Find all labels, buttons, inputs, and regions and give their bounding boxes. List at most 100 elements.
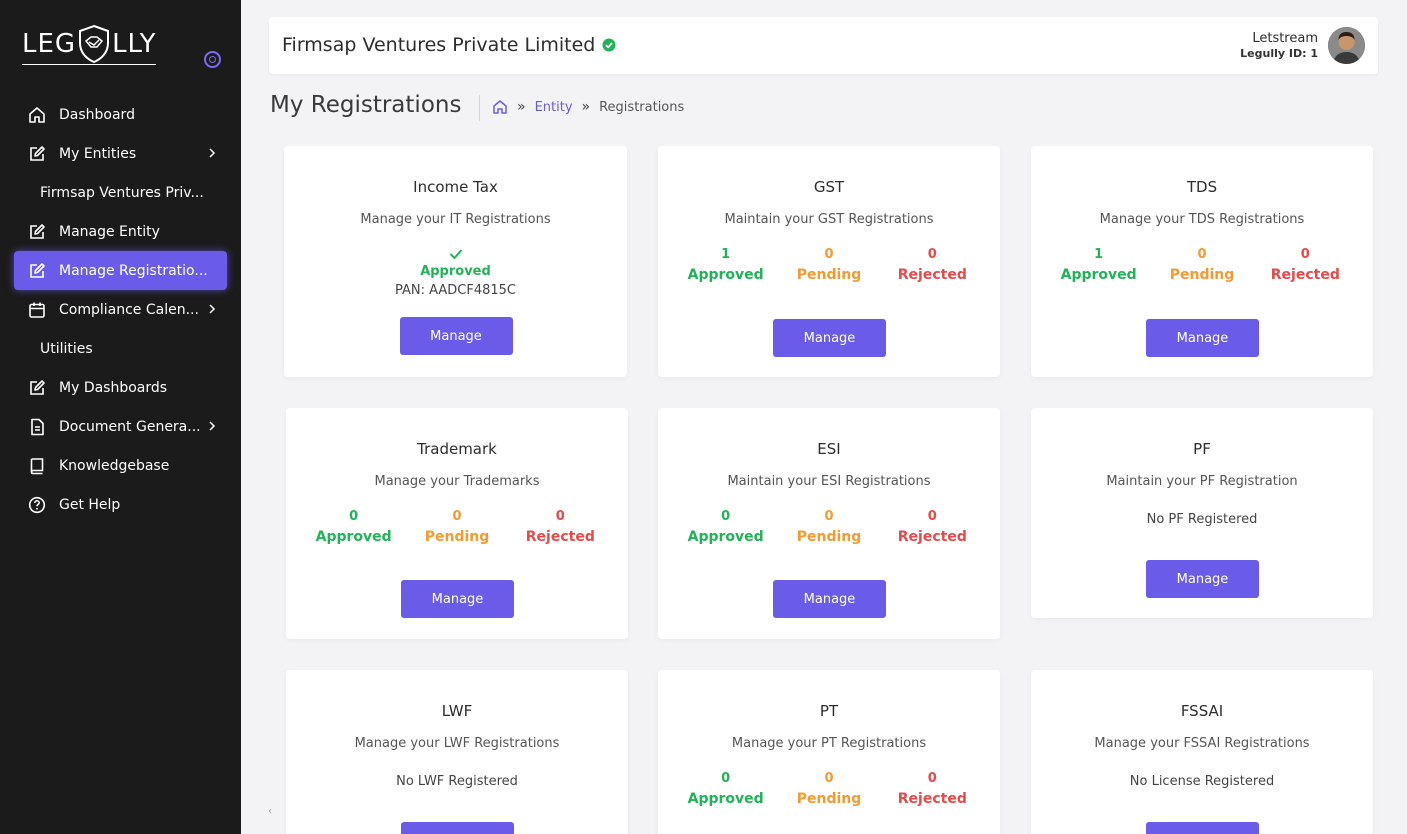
stat-approved: 0 Approved [681, 508, 771, 548]
card-title: PT [819, 702, 839, 720]
company-name-text: Firmsap Ventures Private Limited [282, 34, 596, 56]
gst-manage-button[interactable]: Manage [773, 319, 886, 357]
stat-rejected: 0 Rejected [887, 508, 977, 548]
card-title: FSSAI [1180, 702, 1224, 720]
fssai-card: FSSAI Manage your FSSAI Registrations No… [1031, 670, 1373, 834]
title-divider [479, 95, 480, 121]
sidebar-nav: Dashboard My Entities Firmsap Ventures P… [14, 95, 227, 524]
stat-pending: 0 Pending [412, 508, 502, 548]
chevron-right-icon [209, 148, 216, 158]
sidebar-item-document-generator[interactable]: Document Genera... [14, 407, 227, 446]
sidebar-item-label: Firmsap Ventures Priv... [40, 184, 204, 201]
collapse-handle-icon[interactable]: ‹ [268, 806, 272, 817]
logo-text-right: LLY [112, 28, 157, 59]
status-approved-label: Approved [420, 264, 491, 279]
sidebar-item-my-dashboards[interactable]: My Dashboards [14, 368, 227, 407]
sidebar-item-label: Utilities [40, 340, 93, 357]
card-title: GST [813, 178, 845, 196]
sidebar-item-firmsap-ventures[interactable]: Firmsap Ventures Priv... [14, 173, 227, 212]
logo-text-left: LEG [22, 28, 77, 59]
sidebar-item-knowledgebase[interactable]: Knowledgebase [14, 446, 227, 485]
lwf-manage-button[interactable]: Manage [401, 822, 514, 834]
approved-label: Approved [687, 791, 764, 807]
sidebar-item-manage-entity[interactable]: Manage Entity [14, 212, 227, 251]
sidebar-item-manage-registrations[interactable]: Manage Registratio... [14, 251, 227, 290]
pan-number: PAN: AADCF4815C [394, 283, 516, 298]
breadcrumb-separator: » [581, 99, 591, 115]
edit-icon [30, 145, 45, 161]
card-title: LWF [441, 702, 473, 720]
pending-count: 0 [452, 509, 462, 524]
sidebar-item-label: My Entities [59, 145, 137, 162]
sidebar-item-dashboard[interactable]: Dashboard [14, 95, 227, 134]
legully-logo[interactable]: LEG LLY [22, 22, 157, 66]
tds-manage-button[interactable]: Manage [1146, 319, 1259, 357]
stat-pending: 0 Pending [784, 508, 874, 548]
pending-count: 0 [824, 771, 834, 786]
rejected-count: 0 [555, 509, 565, 524]
stat-rejected: 0 Rejected [1260, 246, 1350, 286]
home-icon[interactable] [492, 99, 508, 115]
card-subtitle: Maintain your GST Registrations [724, 212, 934, 227]
user-avatar-icon [1328, 27, 1365, 64]
no-registration-note: No PF Registered [1146, 512, 1258, 527]
user-name: Letstream [1252, 31, 1318, 46]
pf-manage-button[interactable]: Manage [1146, 560, 1259, 598]
stat-pending: 0 Pending [784, 770, 874, 810]
pf-card: PF Maintain your PF Registration No PF R… [1031, 408, 1373, 618]
approved-label: Approved [687, 529, 764, 545]
gst-stats: 1 Approved 0 Pending 0 Rejected [658, 246, 1000, 286]
home-icon [29, 106, 45, 123]
esi-stats: 0 Approved 0 Pending 0 Rejected [658, 508, 1000, 548]
breadcrumb-entity-link[interactable]: Entity [535, 100, 573, 115]
calendar-icon [29, 302, 45, 318]
rejected-count: 0 [1300, 247, 1310, 262]
card-subtitle: Manage your Trademarks [374, 474, 540, 489]
book-icon [30, 457, 44, 474]
trademark-card: Trademark Manage your Trademarks 0 Approv… [286, 408, 628, 639]
sidebar-toggle-icon[interactable] [204, 51, 221, 68]
pending-label: Pending [796, 267, 862, 283]
company-name: Firmsap Ventures Private Limited [282, 34, 616, 56]
income-tax-manage-button[interactable]: Manage [399, 317, 513, 355]
sidebar-item-label: Knowledgebase [59, 457, 170, 474]
card-subtitle: Maintain your ESI Registrations [727, 474, 931, 489]
pending-label: Pending [1169, 267, 1235, 283]
gst-card: GST Maintain your GST Registrations 1 App… [658, 146, 1000, 377]
user-info[interactable]: Letstream Legully ID: 1 [1240, 31, 1318, 60]
card-subtitle: Manage your PT Registrations [731, 736, 927, 751]
breadcrumb: » Entity » Registrations [492, 99, 684, 115]
card-subtitle: Manage your FSSAI Registrations [1094, 736, 1310, 751]
trademark-manage-button[interactable]: Manage [401, 580, 514, 618]
sidebar-item-label: Document Genera... [59, 418, 201, 435]
card-title: ESI [817, 440, 841, 458]
esi-manage-button[interactable]: Manage [773, 580, 886, 618]
stat-approved: 0 Approved [309, 508, 399, 548]
stat-rejected: 0 Rejected [887, 770, 977, 810]
sidebar-item-my-entities[interactable]: My Entities [14, 134, 227, 173]
edit-icon [30, 223, 45, 239]
income-tax-card: Income Tax Manage your IT Registrations … [284, 146, 627, 377]
breadcrumb-separator: » [517, 99, 526, 115]
stat-pending: 0 Pending [1157, 246, 1247, 286]
help-icon [28, 496, 46, 513]
sidebar-item-label: Manage Entity [59, 223, 160, 240]
rejected-label: Rejected [897, 529, 967, 545]
income-tax-status: Approved PAN: AADCF4815C [284, 248, 627, 298]
sidebar-item-utilities[interactable]: Utilities [14, 329, 227, 368]
breadcrumb-current: Registrations [599, 99, 685, 115]
card-title: Trademark [417, 440, 497, 458]
trademark-stats: 0 Approved 0 Pending 0 Rejected [286, 508, 628, 548]
fssai-manage-button[interactable]: Manage [1146, 822, 1259, 834]
pending-label: Pending [796, 529, 862, 545]
sidebar-item-get-help[interactable]: Get Help [14, 485, 227, 524]
check-icon [449, 249, 462, 260]
approved-count: 0 [349, 509, 359, 524]
card-title: Income Tax [413, 178, 498, 196]
tds-card: TDS Manage your TDS Registrations 1 Appro… [1031, 146, 1373, 377]
top-header: Firmsap Ventures Private Limited Letstre… [269, 17, 1378, 74]
avatar[interactable] [1328, 27, 1365, 64]
stat-approved: 0 Approved [681, 770, 771, 810]
no-registration-note: No License Registered [1129, 774, 1275, 789]
sidebar-item-compliance-calendar[interactable]: Compliance Calen... [14, 290, 227, 329]
